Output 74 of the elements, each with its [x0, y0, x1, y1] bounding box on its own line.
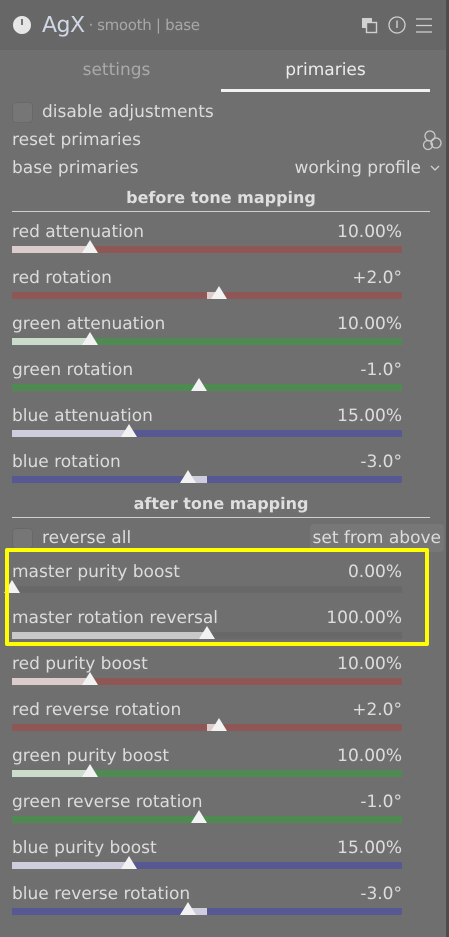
- slider-thumb[interactable]: [82, 672, 98, 685]
- slider-thumb[interactable]: [210, 286, 227, 299]
- menu-icon[interactable]: [416, 18, 432, 32]
- slider-thumb[interactable]: [180, 902, 196, 915]
- slider-label: green reverse rotation: [12, 792, 202, 812]
- slider-label: red purity boost: [12, 654, 148, 674]
- slider-label: red rotation: [12, 268, 112, 288]
- slider-label: red reverse rotation: [12, 700, 182, 720]
- circles-icon[interactable]: [422, 130, 443, 150]
- slider-thumb[interactable]: [210, 718, 227, 731]
- slider-track[interactable]: [12, 476, 402, 483]
- copy-icon[interactable]: [361, 16, 378, 34]
- option-label: reset primaries: [12, 130, 141, 150]
- slider-thumb[interactable]: [82, 332, 98, 345]
- slider-value: 10.00%: [337, 314, 402, 334]
- section-heading: after tone mapping: [12, 488, 430, 518]
- slider-thumb[interactable]: [191, 810, 208, 823]
- dropdown-value[interactable]: working profile: [294, 158, 421, 178]
- slider-label: red attenuation: [12, 222, 144, 242]
- slider-value: 10.00%: [337, 746, 402, 766]
- slider-label: green attenuation: [12, 314, 166, 334]
- slider-value: +2.0°: [352, 700, 402, 720]
- slider-track[interactable]: [12, 384, 402, 391]
- slider-value: 10.00%: [337, 654, 402, 674]
- slider-track[interactable]: [12, 632, 402, 639]
- slider-label: blue reverse rotation: [12, 884, 190, 904]
- slider-value: 15.00%: [337, 406, 402, 426]
- slider-value: 0.00%: [348, 562, 402, 582]
- option-label: base primaries: [12, 158, 138, 178]
- slider-label: master purity boost: [12, 562, 180, 582]
- power-icon[interactable]: [12, 15, 32, 35]
- slider-value: -3.0°: [360, 452, 402, 472]
- tab[interactable]: settings: [12, 50, 221, 92]
- slider-thumb[interactable]: [121, 424, 137, 437]
- slider-value: 10.00%: [337, 222, 402, 242]
- slider-track[interactable]: [12, 816, 402, 823]
- separator-dot: ·: [88, 16, 94, 34]
- slider-value: -1.0°: [360, 792, 402, 812]
- slider-label: blue attenuation: [12, 406, 153, 426]
- slider-value: +2.0°: [352, 268, 402, 288]
- slider-track[interactable]: [12, 678, 402, 685]
- slider-value: 15.00%: [337, 838, 402, 858]
- slider-value: -1.0°: [360, 360, 402, 380]
- slider-thumb[interactable]: [121, 856, 137, 869]
- checkbox[interactable]: [12, 528, 33, 548]
- slider-track[interactable]: [12, 862, 402, 869]
- reset-icon[interactable]: [388, 16, 406, 34]
- slider-thumb[interactable]: [4, 580, 20, 593]
- slider-thumb[interactable]: [191, 378, 208, 391]
- slider-value: 100.00%: [326, 608, 402, 628]
- section-heading: before tone mapping: [12, 182, 430, 212]
- slider-label: master rotation reversal: [12, 608, 218, 628]
- slider-track[interactable]: [12, 770, 402, 777]
- slider-track[interactable]: [12, 292, 402, 299]
- chevron-down-icon[interactable]: [430, 165, 440, 171]
- slider-track[interactable]: [12, 430, 402, 437]
- slider-value: -3.0°: [360, 884, 402, 904]
- module-title: AgX: [42, 12, 85, 38]
- slider-thumb[interactable]: [199, 626, 215, 639]
- slider-label: blue purity boost: [12, 838, 157, 858]
- slider-track[interactable]: [12, 246, 402, 253]
- slider-label: green purity boost: [12, 746, 170, 766]
- slider-thumb[interactable]: [180, 470, 196, 483]
- slider-thumb[interactable]: [82, 240, 98, 253]
- tab[interactable]: primaries: [221, 50, 430, 92]
- checkbox-label: disable adjustments: [42, 102, 214, 122]
- slider-label: blue rotation: [12, 452, 121, 472]
- slider-track[interactable]: [12, 724, 402, 731]
- module-subtitle: smooth | base: [97, 16, 200, 34]
- slider-label: green rotation: [12, 360, 134, 380]
- slider-track[interactable]: [12, 338, 402, 345]
- checkbox-label: reverse all: [42, 528, 132, 548]
- slider-track[interactable]: [12, 908, 402, 915]
- slider-thumb[interactable]: [82, 764, 98, 777]
